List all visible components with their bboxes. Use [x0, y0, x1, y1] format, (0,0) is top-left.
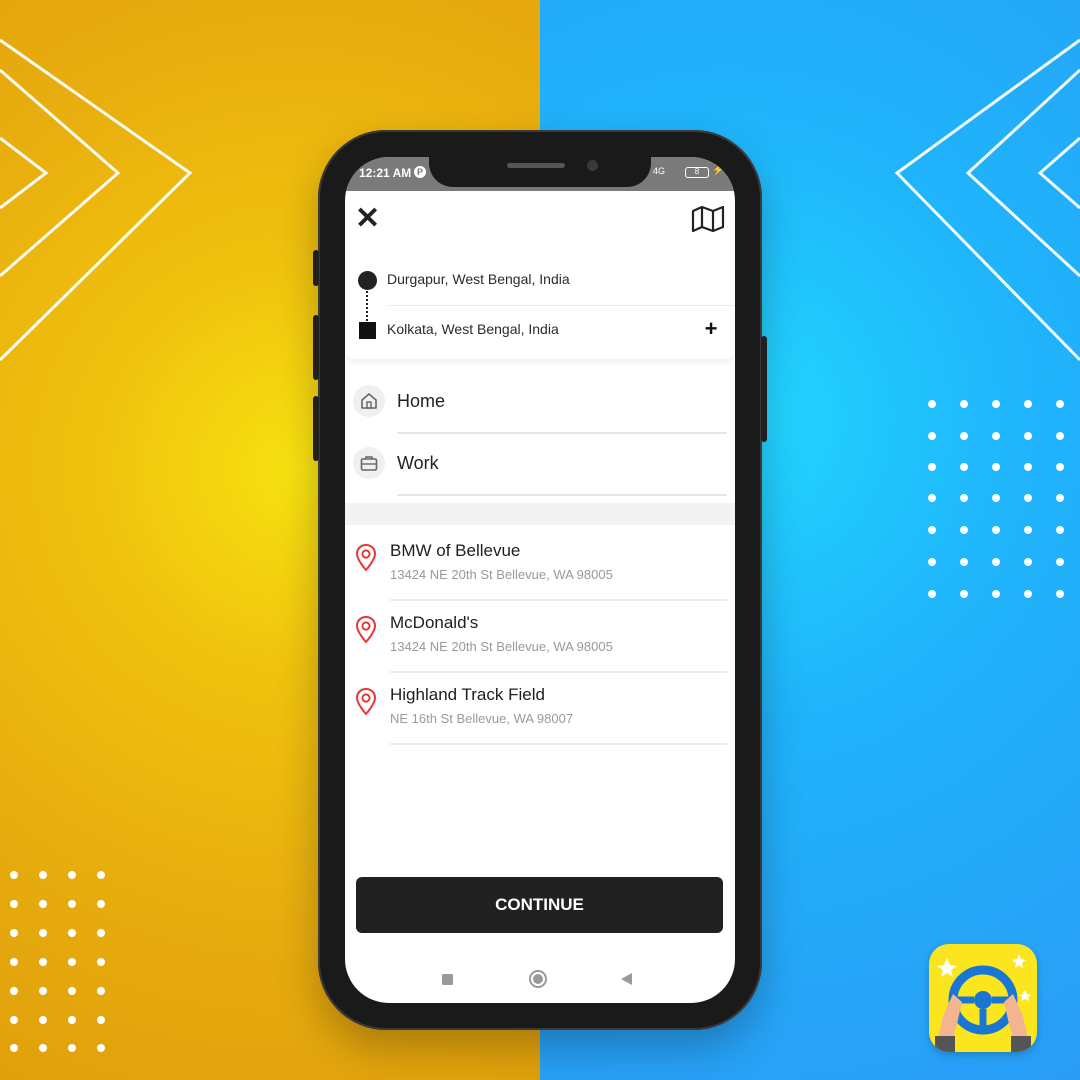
recent-apps-icon[interactable]	[442, 974, 453, 985]
status-app-badge: P	[414, 166, 426, 178]
add-stop-button[interactable]: +	[701, 316, 721, 341]
suggestion-item[interactable]: BMW of Bellevue 13424 NE 20th St Bellevu…	[345, 529, 735, 601]
charging-icon: ⚡	[712, 165, 725, 176]
origin-marker-icon	[358, 271, 377, 290]
saved-place-work[interactable]: Work	[345, 435, 735, 497]
suggestion-name: BMW of Bellevue	[390, 541, 521, 560]
suggestion-item[interactable]: Highland Track Field NE 16th St Bellevue…	[345, 673, 735, 745]
home-nav-icon[interactable]	[529, 970, 547, 988]
divider	[390, 743, 727, 745]
back-icon[interactable]	[621, 973, 632, 985]
suggestion-address: 13424 NE 20th St Bellevue, WA 98005	[390, 567, 613, 582]
steering-wheel-icon	[935, 954, 1031, 1052]
route-connector	[366, 291, 369, 321]
volume-down-button	[313, 315, 319, 380]
status-time: 12:21 AM	[359, 166, 412, 180]
network-indicator: 4G	[653, 166, 666, 176]
home-icon	[353, 385, 385, 417]
saved-place-label: Work	[397, 453, 439, 473]
phone-screen: 12:21 AM P 4G 8 ⚡ ✕ Durgapur, West Benga…	[345, 157, 735, 1003]
suggestion-address: 13424 NE 20th St Bellevue, WA 98005	[390, 639, 613, 654]
app-logo	[929, 944, 1037, 1052]
saved-place-home[interactable]: Home	[345, 373, 735, 435]
divider	[397, 432, 727, 434]
location-pin-icon	[355, 687, 377, 716]
destination-input[interactable]: Kolkata, West Bengal, India	[387, 321, 559, 337]
suggestion-name: Highland Track Field	[390, 685, 545, 704]
suggestion-address: NE 16th St Bellevue, WA 98007	[390, 711, 574, 726]
suggestion-item[interactable]: McDonald's 13424 NE 20th St Bellevue, WA…	[345, 601, 735, 673]
battery-icon: 8	[685, 167, 709, 178]
map-icon[interactable]	[691, 205, 725, 233]
front-camera	[587, 160, 598, 171]
volume-up-button	[313, 250, 319, 286]
power-button	[761, 336, 767, 442]
continue-button[interactable]: CONTINUE	[356, 877, 723, 933]
route-divider	[387, 305, 735, 306]
divider	[397, 494, 727, 496]
briefcase-icon	[353, 447, 385, 479]
side-button	[313, 396, 319, 461]
android-nav-bar	[345, 957, 735, 1003]
section-separator	[345, 503, 735, 525]
location-pin-icon	[355, 543, 377, 572]
location-pin-icon	[355, 615, 377, 644]
destination-marker-icon	[359, 322, 376, 339]
close-icon[interactable]: ✕	[355, 204, 380, 234]
route-card: Durgapur, West Bengal, India Kolkata, We…	[345, 253, 735, 359]
phone-notch	[429, 157, 651, 187]
saved-place-label: Home	[397, 391, 446, 411]
origin-input[interactable]: Durgapur, West Bengal, India	[387, 271, 570, 287]
speaker-grille	[507, 163, 565, 168]
suggestion-name: McDonald's	[390, 613, 479, 632]
